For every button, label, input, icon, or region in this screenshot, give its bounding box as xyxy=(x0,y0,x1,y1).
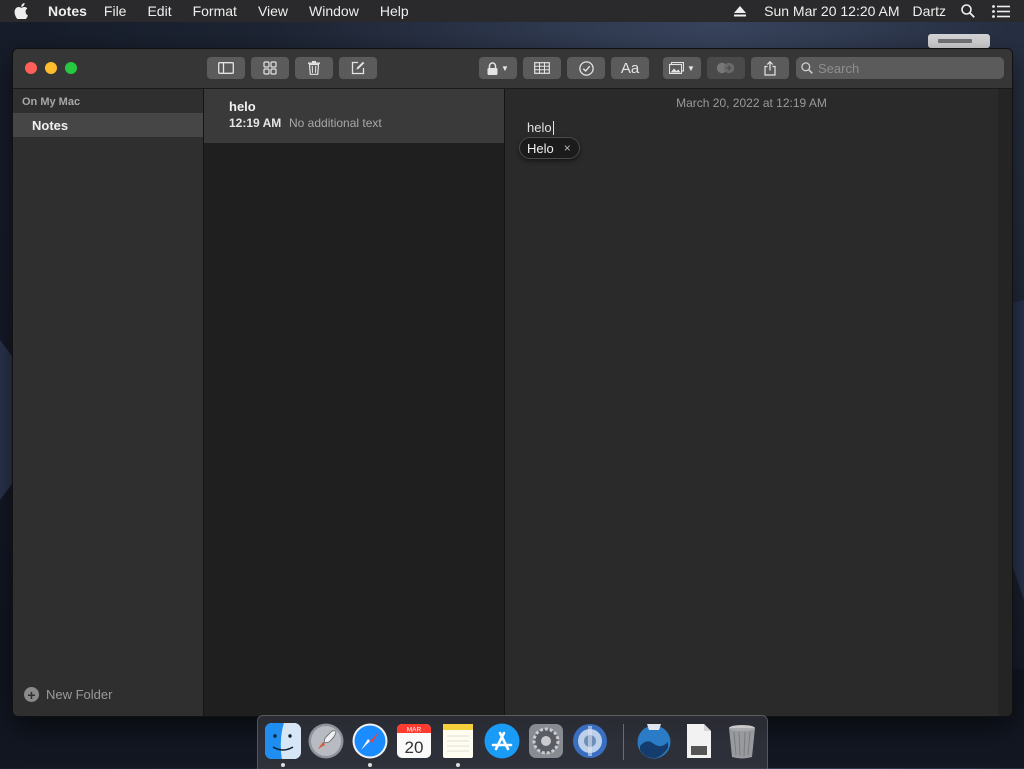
menu-format[interactable]: Format xyxy=(193,3,237,19)
menubar-user[interactable]: Dartz xyxy=(913,3,946,19)
eject-icon[interactable] xyxy=(734,6,746,17)
autocorrect-suggestion[interactable]: Helo × xyxy=(519,137,580,159)
dock: MAR 20 xyxy=(257,715,768,769)
dismiss-suggestion-icon[interactable]: × xyxy=(564,141,571,155)
grid-icon xyxy=(263,61,277,75)
note-title: helo xyxy=(229,99,256,114)
desktop-drive-icon[interactable] xyxy=(928,34,990,48)
folders-sidebar: On My Mac Notes + New Folder xyxy=(13,89,204,716)
menu-app-notes[interactable]: Notes xyxy=(48,3,87,19)
system-preferences-icon[interactable] xyxy=(527,722,565,760)
compose-icon xyxy=(351,61,365,75)
share-button[interactable] xyxy=(751,57,789,79)
calendar-day: 20 xyxy=(405,738,424,757)
running-indicator xyxy=(368,763,372,767)
trash-icon[interactable] xyxy=(723,722,761,760)
spotlight-search-icon[interactable] xyxy=(961,4,975,18)
text-cursor xyxy=(553,121,554,135)
note-list: helo 12:19 AM No additional text xyxy=(204,89,505,716)
minimize-window-button[interactable] xyxy=(45,62,57,74)
delete-note-button[interactable] xyxy=(295,57,333,79)
notes-icon[interactable] xyxy=(439,722,477,760)
menu-bar: Notes File Edit Format View Window Help … xyxy=(0,0,1024,22)
notes-window: ▼ Aa ▼ On My Mac Note xyxy=(12,48,1013,717)
zoom-window-button[interactable] xyxy=(65,62,77,74)
app-store-icon[interactable] xyxy=(483,722,521,760)
menu-help[interactable]: Help xyxy=(380,3,409,19)
window-toolbar: ▼ Aa ▼ xyxy=(13,49,1012,89)
table-button[interactable] xyxy=(523,57,561,79)
menu-window[interactable]: Window xyxy=(309,3,359,19)
note-body-text: helo xyxy=(527,120,552,135)
note-editor[interactable]: March 20, 2022 at 12:19 AM helo Helo × xyxy=(505,89,998,716)
menu-view[interactable]: View xyxy=(258,3,288,19)
menu-file[interactable]: File xyxy=(104,3,127,19)
search-field[interactable] xyxy=(796,57,1004,79)
sidebar-item-label: Notes xyxy=(32,118,68,133)
trash-icon xyxy=(308,61,320,75)
note-body[interactable]: helo xyxy=(527,120,554,135)
suggestion-word[interactable]: Helo xyxy=(527,141,554,156)
share-icon xyxy=(764,61,776,76)
macos-installer-icon[interactable] xyxy=(635,722,673,760)
search-input[interactable] xyxy=(818,61,988,76)
editor-scrollbar[interactable] xyxy=(998,89,1012,716)
table-icon xyxy=(534,62,550,74)
sidebar-section-title: On My Mac xyxy=(22,96,80,108)
insert-media-button[interactable]: ▼ xyxy=(663,57,701,79)
checklist-button[interactable] xyxy=(567,57,605,79)
format-label: Aa xyxy=(621,60,639,77)
add-circle-icon: + xyxy=(24,687,39,702)
menu-edit[interactable]: Edit xyxy=(147,3,171,19)
new-note-button[interactable] xyxy=(339,57,377,79)
dock-separator xyxy=(623,724,624,760)
gallery-view-button[interactable] xyxy=(251,57,289,79)
safari-icon[interactable] xyxy=(351,722,389,760)
apple-logo-icon[interactable] xyxy=(14,3,36,19)
lock-note-button[interactable]: ▼ xyxy=(479,57,517,79)
finder-icon[interactable] xyxy=(264,722,302,760)
add-people-button[interactable] xyxy=(707,57,745,79)
add-people-icon xyxy=(716,62,736,74)
sidebar-icon xyxy=(218,62,234,74)
close-window-button[interactable] xyxy=(25,62,37,74)
note-time: 12:19 AM xyxy=(229,116,281,130)
toggle-sidebar-button[interactable] xyxy=(207,57,245,79)
note-date: March 20, 2022 at 12:19 AM xyxy=(505,96,998,110)
document-icon[interactable] xyxy=(679,722,717,760)
new-folder-button[interactable]: + New Folder xyxy=(24,687,112,702)
lock-icon xyxy=(487,62,498,75)
note-preview: No additional text xyxy=(289,116,382,130)
calendar-icon[interactable]: MAR 20 xyxy=(395,722,433,760)
launchpad-icon[interactable] xyxy=(307,722,345,760)
notification-center-icon[interactable] xyxy=(992,5,1010,18)
photo-icon xyxy=(669,62,684,74)
chevron-down-icon: ▼ xyxy=(687,64,695,73)
checkmark-circle-icon xyxy=(579,61,594,76)
note-list-item[interactable]: helo 12:19 AM No additional text xyxy=(204,89,504,143)
new-folder-label: New Folder xyxy=(46,687,112,702)
menubar-clock[interactable]: Sun Mar 20 12:20 AM xyxy=(764,3,899,19)
running-indicator xyxy=(281,763,285,767)
calendar-month: MAR xyxy=(407,727,422,734)
sidebar-item-notes[interactable]: Notes xyxy=(13,113,203,137)
chevron-down-icon: ▼ xyxy=(501,64,509,73)
search-icon xyxy=(801,62,813,74)
running-indicator xyxy=(456,763,460,767)
network-utility-icon[interactable] xyxy=(571,722,609,760)
format-button[interactable]: Aa xyxy=(611,57,649,79)
